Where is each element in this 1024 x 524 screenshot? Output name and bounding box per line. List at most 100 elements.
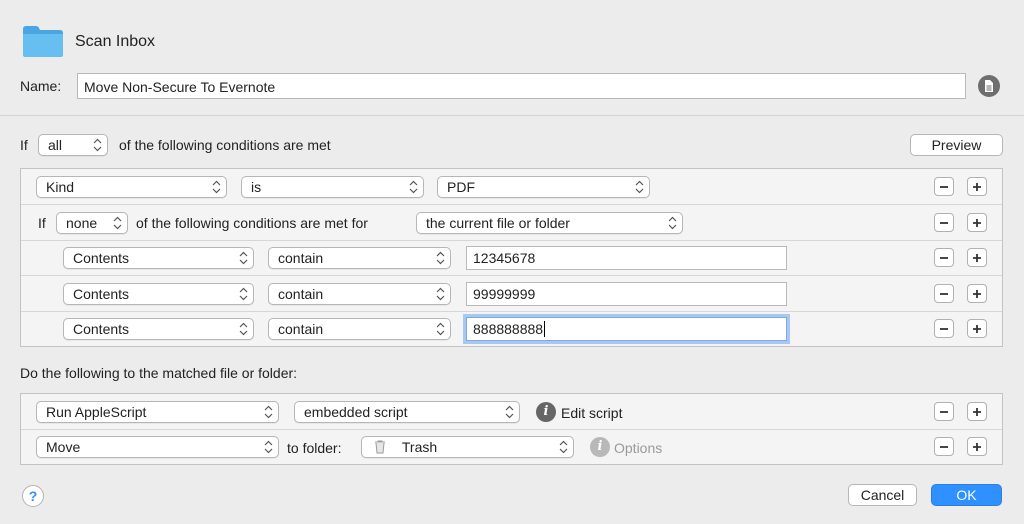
popup-arrows-icon [93,138,102,152]
popup-arrows-icon [212,180,221,194]
remove-action-button[interactable] [934,437,954,456]
help-button[interactable]: ? [22,485,44,507]
plus-icon [973,442,981,451]
actions-heading: Do the following to the matched file or … [20,365,298,381]
condition-value-field[interactable]: 99999999 [466,282,787,306]
plus-icon [973,218,981,227]
rule-name-field[interactable]: Move Non-Secure To Evernote [77,73,966,99]
popup-arrows-icon [436,251,445,265]
condition-field-popup[interactable]: Contents [63,247,254,269]
trash-icon [375,440,385,454]
condition-value-field[interactable]: 12345678 [466,246,787,270]
condition-field-popup[interactable]: Contents [63,283,254,305]
action-type-value: Move [46,439,81,455]
condition-operator-value: contain [278,321,324,337]
popup-arrows-icon [436,287,445,301]
name-label: Name: [20,78,62,94]
condition-value-field-focused[interactable]: 888888888 [466,317,787,341]
match-all-value: all [48,137,63,153]
condition-operator-popup[interactable]: contain [268,283,451,305]
minus-icon [940,185,948,188]
add-condition-button[interactable] [967,213,987,232]
info-icon[interactable]: i [536,402,556,422]
condition-operator-value: contain [278,250,324,266]
conditions-panel: Kind is PDF If none of the following con… [20,168,1003,347]
nested-if-label: If [38,215,46,231]
remove-action-button[interactable] [934,402,954,421]
condition-row: Kind is PDF [21,169,1002,205]
condition-row: Contents contain 99999999 [21,276,1002,312]
preview-button[interactable]: Preview [910,134,1003,156]
destination-folder-popup[interactable]: Trash [361,436,574,458]
script-source-popup[interactable]: embedded script [294,401,520,423]
if-label: If [20,137,28,153]
condition-operator-popup[interactable]: contain [268,247,451,269]
condition-field-value: Kind [46,179,75,195]
divider [0,115,1024,116]
condition-operator-popup[interactable]: contain [268,318,451,340]
actions-panel: Run AppleScript embedded script i Edit s… [20,393,1003,465]
condition-value-text: 888888888 [473,321,544,337]
condition-row: Contents contain 888888888 [21,312,1002,347]
options-link: Options [614,440,663,456]
plus-icon [973,253,981,262]
match-none-value: none [66,215,98,231]
condition-value-value: PDF [447,179,475,195]
ok-button[interactable]: OK [931,484,1002,506]
condition-field-popup[interactable]: Kind [36,176,227,198]
target-value: the current file or folder [426,215,570,231]
popup-arrows-icon [559,440,568,454]
action-type-popup[interactable]: Run AppleScript [36,401,279,423]
text-caret [544,321,546,337]
condition-operator-value: is [251,179,262,195]
add-condition-button[interactable] [967,319,987,338]
match-all-popup[interactable]: all [38,134,108,156]
document-icon[interactable] [978,75,1000,97]
popup-arrows-icon [113,216,122,230]
conditions-suffix: of the following conditions are met [119,137,331,153]
popup-arrows-icon [239,251,248,265]
remove-condition-button[interactable] [934,248,954,267]
add-condition-button[interactable] [967,177,987,196]
destination-folder-value: Trash [401,439,438,455]
minus-icon [940,410,948,413]
popup-arrows-icon [436,322,445,336]
condition-field-popup[interactable]: Contents [63,318,254,340]
condition-operator-popup[interactable]: is [241,176,424,198]
action-row: Run AppleScript embedded script i Edit s… [21,394,1002,430]
help-icon: ? [28,488,38,504]
match-none-popup[interactable]: none [56,212,128,234]
plus-icon [973,289,981,298]
plus-icon [973,182,981,191]
edit-script-link[interactable]: Edit script [561,405,622,421]
plus-icon [973,407,981,416]
add-action-button[interactable] [967,437,987,456]
action-type-value: Run AppleScript [46,404,147,420]
nested-conditions-suffix: of the following conditions are met for [136,215,368,231]
folder-icon [23,26,63,57]
condition-field-value: Contents [73,250,130,266]
add-condition-button[interactable] [967,284,987,303]
action-type-popup[interactable]: Move [36,436,279,458]
add-condition-button[interactable] [967,248,987,267]
cancel-button[interactable]: Cancel [848,484,917,506]
remove-condition-button[interactable] [934,284,954,303]
popup-arrows-icon [264,405,273,419]
remove-condition-button[interactable] [934,213,954,232]
popup-arrows-icon [505,405,514,419]
remove-condition-button[interactable] [934,177,954,196]
add-action-button[interactable] [967,402,987,421]
plus-icon [973,324,981,333]
script-source-value: embedded script [304,404,408,420]
target-popup[interactable]: the current file or folder [416,212,683,234]
to-folder-label: to folder: [287,440,342,456]
window-title: Scan Inbox [75,33,156,50]
popup-arrows-icon [264,440,273,454]
remove-condition-button[interactable] [934,319,954,338]
minus-icon [940,327,948,330]
condition-row: Contents contain 12345678 [21,241,1002,276]
minus-icon [940,221,948,224]
condition-field-value: Contents [73,286,130,302]
minus-icon [940,256,948,259]
condition-value-popup[interactable]: PDF [437,176,650,198]
